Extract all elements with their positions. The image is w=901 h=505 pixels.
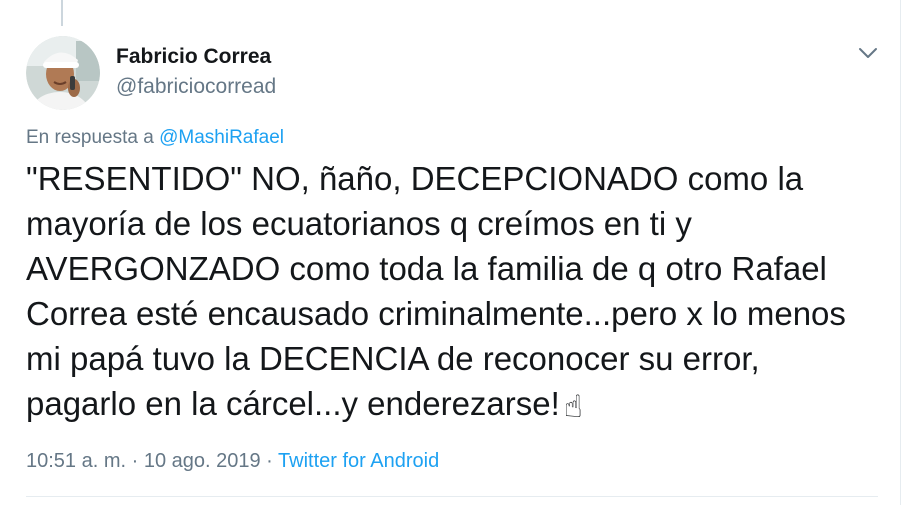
- meta-separator: ·: [260, 450, 279, 472]
- tweet-text-line: "RESENTIDO" NO, ñaño, DECEPCIONADO como …: [26, 160, 804, 197]
- thread-connector-line: [61, 0, 63, 26]
- author-handle[interactable]: @fabriciocorread: [116, 75, 276, 99]
- tweet-date[interactable]: 10 ago. 2019: [144, 450, 261, 472]
- chevron-down-icon[interactable]: [855, 42, 881, 64]
- tweet-text-line-content: pagarlo en la cárcel...y enderezarse!: [26, 385, 560, 422]
- meta-separator: ·: [126, 450, 144, 472]
- tweet-source-link[interactable]: Twitter for Android: [278, 450, 439, 472]
- avatar[interactable]: [26, 36, 100, 110]
- tweet-text-line: mi papá tuvo la DECENCIA de reconocer su…: [26, 340, 760, 377]
- tweet-text-line: mayoría de los ecuatorianos q creímos en…: [26, 205, 692, 242]
- reply-context: En respuesta a @MashiRafael: [26, 127, 284, 149]
- author-name[interactable]: Fabricio Correa: [116, 45, 271, 69]
- divider: [26, 496, 878, 497]
- tweet-card: Fabricio Correa @fabriciocorread En resp…: [0, 0, 901, 505]
- pointing-up-emoji-icon: ☝: [563, 389, 583, 424]
- tweet-text-line-last: pagarlo en la cárcel...y enderezarse! ☝: [26, 381, 886, 426]
- tweet-text-line: AVERGONZADO como toda la familia de q ot…: [26, 250, 827, 287]
- tweet-text: "RESENTIDO" NO, ñaño, DECEPCIONADO como …: [26, 156, 886, 426]
- avatar-image: [26, 36, 100, 110]
- reply-mention-link[interactable]: @MashiRafael: [159, 127, 284, 148]
- tweet-time[interactable]: 10:51 a. m.: [26, 450, 126, 472]
- tweet-text-line: Correa esté encausado criminalmente...pe…: [26, 295, 846, 332]
- reply-prefix: En respuesta a: [26, 127, 154, 148]
- tweet-metadata: 10:51 a. m. · 10 ago. 2019 · Twitter for…: [26, 450, 439, 473]
